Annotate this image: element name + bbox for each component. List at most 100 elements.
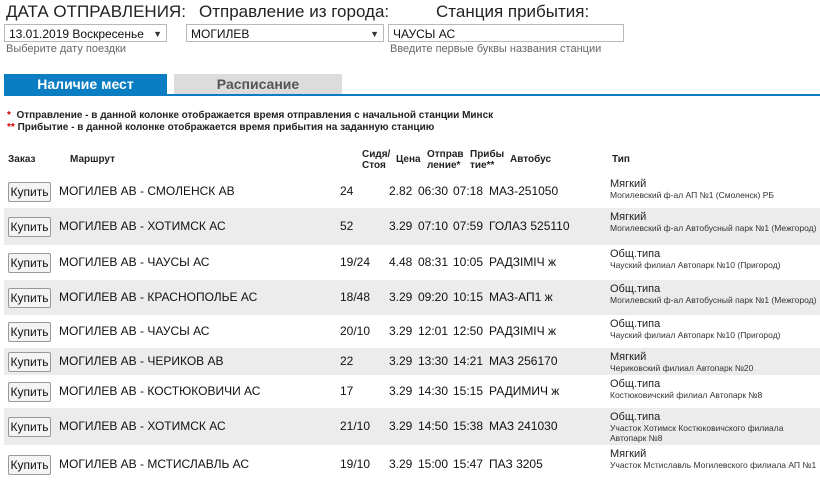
col-arrival: Прибы тие** — [470, 149, 504, 171]
date-select-value: 13.01.2019 Воскресенье — [9, 27, 144, 41]
type-cell: Общ.типа Чауский филиал Автопарк №10 (При… — [610, 318, 820, 340]
arrival-cell: 14:21 — [453, 354, 484, 368]
station-label: Станция прибытия: — [436, 2, 590, 21]
price-cell: 3.29 — [389, 324, 413, 338]
seats-cell: 21/10 — [340, 419, 371, 433]
type-cell: Мягкий Чериковский филиал Автопарк №20 — [610, 351, 820, 373]
buy-button[interactable]: Купить — [8, 382, 51, 402]
route-cell: МОГИЛЕВ АВ - КОСТЮКОВИЧИ АС — [59, 384, 261, 398]
table-row: Купить МОГИЛЕВ АВ - ХОТИМСК АС 52 3.29 07:10… — [4, 208, 820, 245]
route-cell: МОГИЛЕВ АВ - ХОТИМСК АС — [59, 419, 226, 433]
buy-button[interactable]: Купить — [8, 322, 51, 342]
bus-type: Общ.типа — [610, 248, 661, 260]
price-cell: 3.29 — [389, 290, 413, 304]
note-star: * — [7, 110, 11, 121]
station-input[interactable]: ЧАУСЫ АС — [388, 24, 624, 42]
price-cell: 3.29 — [389, 219, 413, 233]
carrier-name: Чауский филиал Автопарк №10 (Пригород) — [610, 330, 781, 340]
departure-cell: 15:00 — [418, 457, 449, 471]
type-cell: Общ.типа Участок Хотимск Костюковичского … — [610, 411, 820, 443]
table-row: Купить МОГИЛЕВ АВ - ЧАУСЫ АС 20/10 3.29 12:0… — [4, 315, 820, 348]
date-select[interactable]: 13.01.2019 Воскресенье ▼ — [4, 24, 167, 42]
bus-type: Общ.типа — [610, 318, 661, 330]
buy-button[interactable]: Купить — [8, 417, 51, 437]
type-cell: Общ.типа Могилевский ф-ал Автобусный парк… — [610, 283, 820, 305]
arrival-cell: 10:15 — [453, 290, 484, 304]
price-cell: 3.29 — [389, 384, 413, 398]
departure-cell: 07:10 — [418, 219, 449, 233]
col-departure: Отправ ление* — [427, 149, 464, 171]
seats-cell: 17 — [340, 384, 354, 398]
bus-type: Общ.типа — [610, 283, 661, 295]
seats-cell: 19/24 — [340, 255, 371, 269]
buy-button[interactable]: Купить — [8, 253, 51, 273]
arrival-cell: 15:47 — [453, 457, 484, 471]
chevron-down-icon: ▼ — [153, 29, 162, 39]
col-arrival-line2: тие** — [470, 160, 495, 171]
arrival-cell: 07:18 — [453, 184, 484, 198]
departure-cell: 08:31 — [418, 255, 449, 269]
note-star: ** — [7, 122, 15, 133]
chevron-down-icon: ▼ — [370, 29, 379, 39]
departure-cell: 09:20 — [418, 290, 449, 304]
carrier-name: Чериковский филиал Автопарк №20 — [610, 363, 754, 373]
buy-button[interactable]: Купить — [8, 352, 51, 372]
buy-button[interactable]: Купить — [8, 455, 51, 475]
city-label: Отправление из города: — [199, 2, 390, 21]
arrival-cell: 07:59 — [453, 219, 484, 233]
city-select[interactable]: МОГИЛЕВ ▼ — [186, 24, 384, 42]
col-departure-line1: Отправ — [427, 149, 464, 160]
type-cell: Мягкий Могилевский ф-ал Автобусный парк №… — [610, 211, 820, 233]
arrival-cell: 15:15 — [453, 384, 484, 398]
tab-underline — [4, 94, 820, 96]
table-row: Купить МОГИЛЕВ АВ - КРАСНОПОЛЬЕ АС 18/48 3.… — [4, 280, 820, 315]
departure-cell: 06:30 — [418, 184, 449, 198]
col-bus: Автобус — [510, 154, 552, 165]
tab-schedule[interactable]: Расписание — [174, 74, 342, 94]
carrier-name: Чауский филиал Автопарк №10 (Пригород) — [610, 260, 781, 270]
table-row: Купить МОГИЛЕВ АВ - МСТИСЛАВЛЬ АС 19/10 3.2… — [4, 445, 820, 485]
col-seats: Сидя/ Стоя — [362, 149, 390, 171]
bus-cell: МАЗ-АП1 ж — [489, 290, 553, 304]
buy-button[interactable]: Купить — [8, 288, 51, 308]
carrier-name: Могилевский ф-ал АП №1 (Смоленск) РБ — [610, 190, 774, 200]
route-cell: МОГИЛЕВ АВ - ХОТИМСК АС — [59, 219, 226, 233]
note-text: Прибытие - в данной колонке отображается… — [17, 122, 435, 133]
seats-cell: 52 — [340, 219, 354, 233]
col-price: Цена — [396, 154, 421, 165]
bus-cell: РАДЗІМІЧ ж — [489, 255, 557, 269]
price-cell: 2.82 — [389, 184, 413, 198]
date-hint: Выберите дату поездки — [6, 43, 127, 55]
bus-type: Мягкий — [610, 448, 647, 460]
date-label: ДАТА ОТПРАВЛЕНИЯ: — [6, 2, 186, 21]
col-order: Заказ — [8, 154, 36, 165]
bus-cell: ГОЛАЗ 525110 — [489, 219, 570, 233]
type-cell: Мягкий Могилевский ф-ал АП №1 (Смоленск) … — [610, 178, 820, 200]
col-arrival-line1: Прибы — [470, 149, 505, 160]
col-type: Тип — [612, 154, 630, 165]
buy-button[interactable]: Купить — [8, 217, 51, 237]
station-hint: Введите первые буквы названия станции — [390, 43, 602, 55]
legend-notes: * Отправление - в данной колонке отображ… — [7, 110, 493, 134]
route-cell: МОГИЛЕВ АВ - ЧАУСЫ АС — [59, 324, 210, 338]
note-text: Отправление - в данной колонке отображае… — [16, 110, 494, 121]
col-seats-line2: Стоя — [362, 160, 386, 171]
bus-cell: ПАЗ 3205 — [489, 457, 543, 471]
price-cell: 3.29 — [389, 457, 413, 471]
buy-button[interactable]: Купить — [8, 182, 51, 202]
bus-cell: МАЗ-251050 — [489, 184, 559, 198]
bus-type: Мягкий — [610, 351, 647, 363]
tab-availability[interactable]: Наличие мест — [4, 74, 167, 94]
carrier-name: Костюковичский филиал Автопарк №8 — [610, 390, 763, 400]
note-departure: * Отправление - в данной колонке отображ… — [7, 110, 493, 122]
table-row: Купить МОГИЛЕВ АВ - ЧЕРИКОВ АВ 22 3.29 13:30… — [4, 348, 820, 375]
price-cell: 3.29 — [389, 419, 413, 433]
route-cell: МОГИЛЕВ АВ - СМОЛЕНСК АВ — [59, 184, 235, 198]
bus-cell: РАДИМИЧ ж — [489, 384, 560, 398]
bus-type: Мягкий — [610, 178, 647, 190]
route-cell: МОГИЛЕВ АВ - ЧЕРИКОВ АВ — [59, 354, 224, 368]
carrier-name: Участок Хотимск Костюковичского филиала … — [610, 423, 784, 443]
col-departure-line2: ление* — [427, 160, 461, 171]
table-row: Купить МОГИЛЕВ АВ - ХОТИМСК АС 21/10 3.29 14… — [4, 408, 820, 445]
seats-cell: 20/10 — [340, 324, 371, 338]
